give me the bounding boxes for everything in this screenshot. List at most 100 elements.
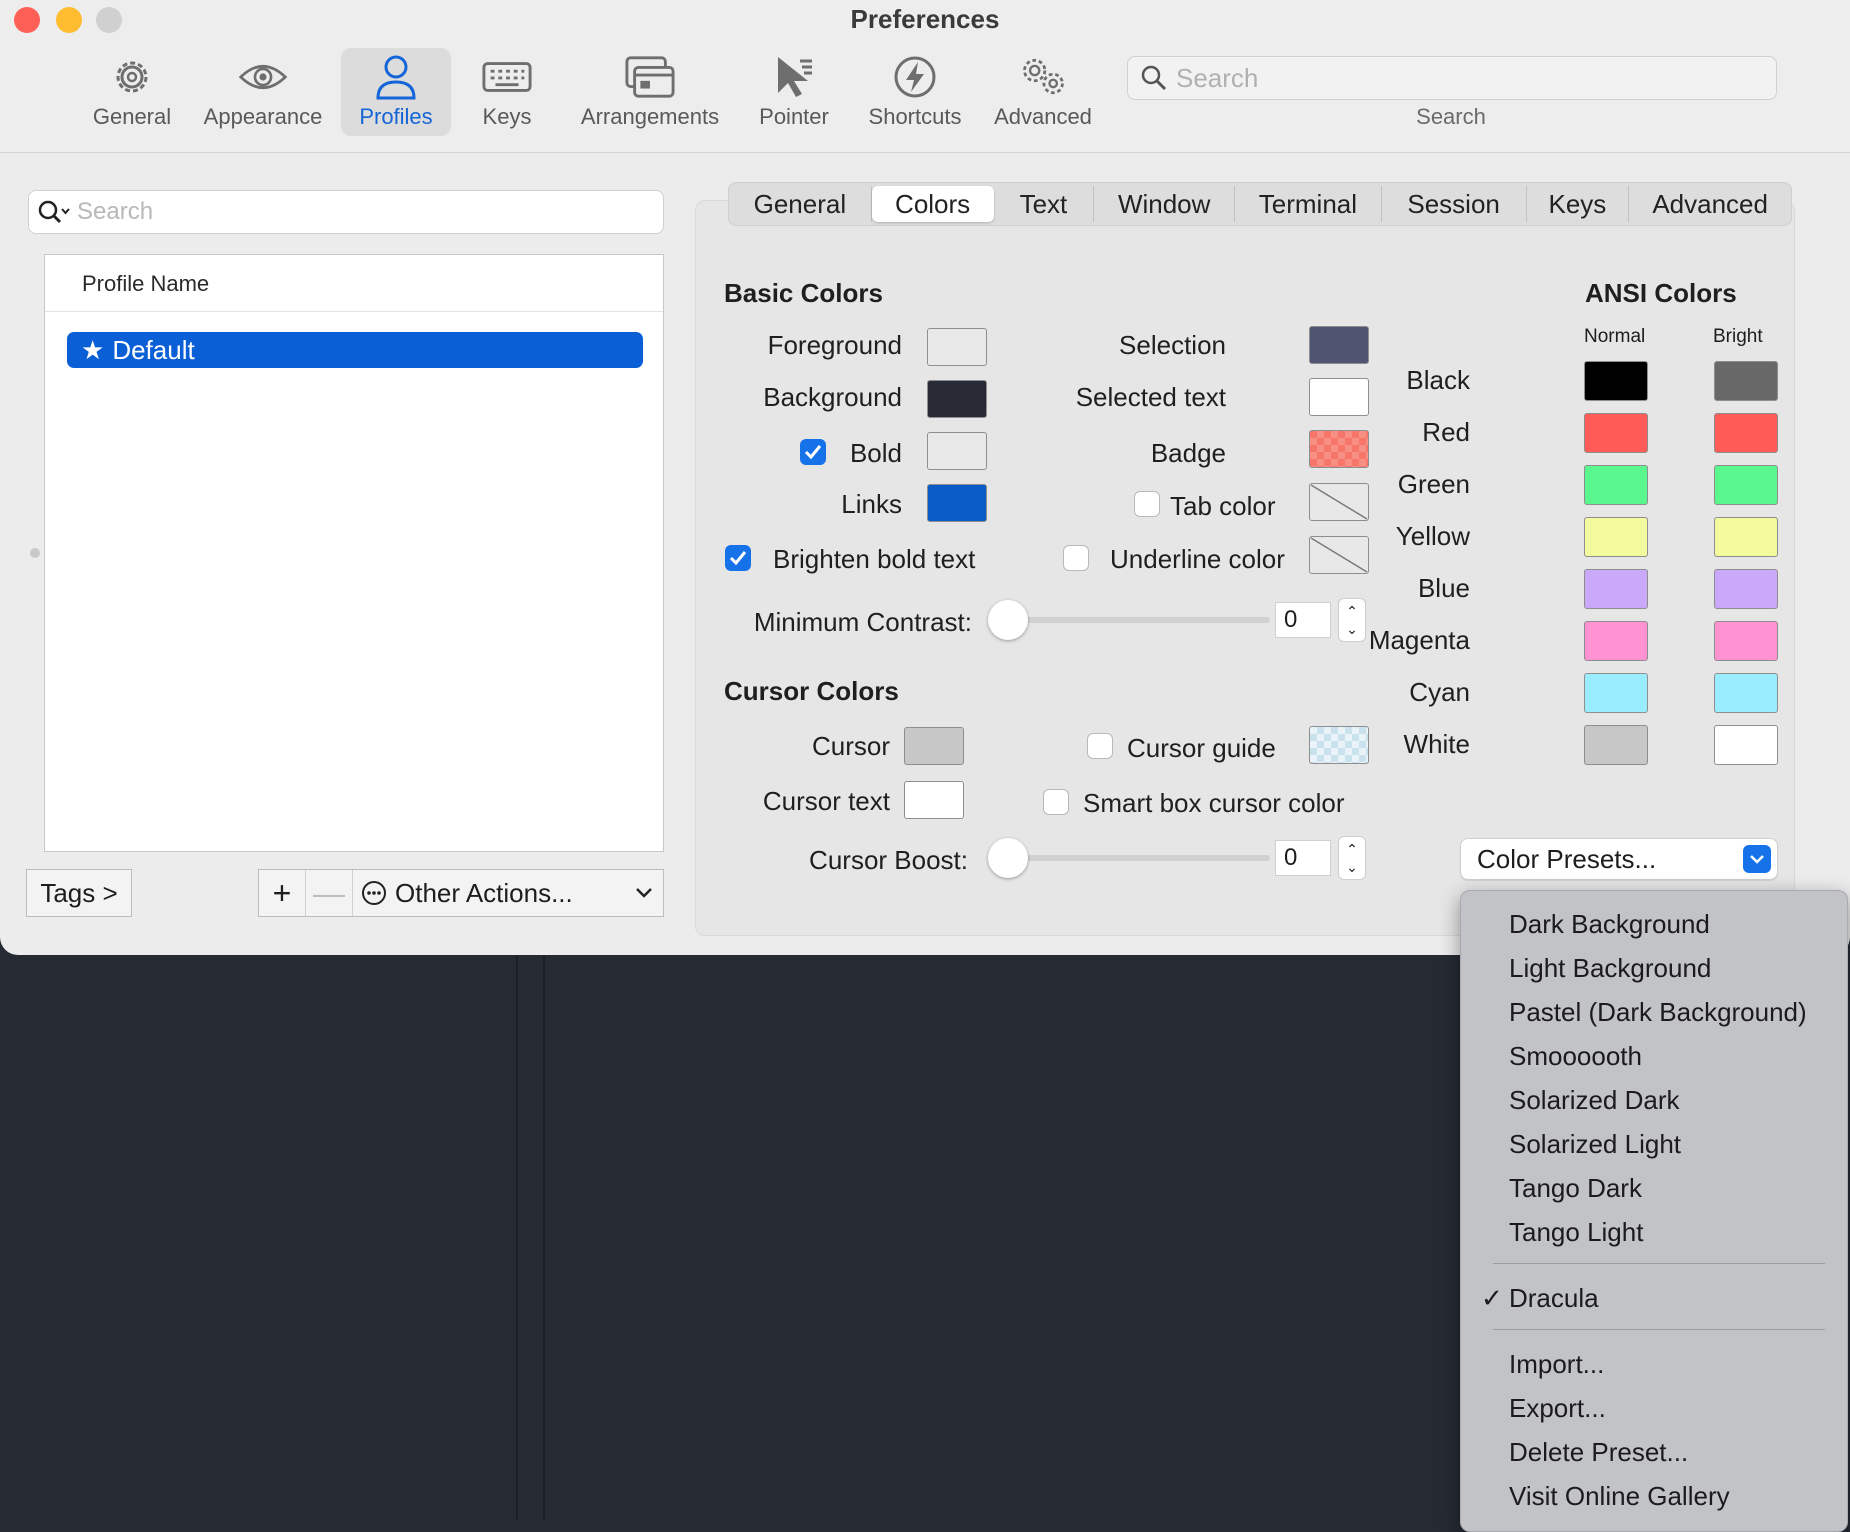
toolbar-general[interactable]: General: [84, 48, 180, 136]
ansi-bright-color-well[interactable]: [1714, 621, 1778, 661]
toolbar-keys[interactable]: Keys: [462, 48, 552, 136]
cursor-boost-stepper[interactable]: ⌃ ⌄: [1338, 836, 1366, 880]
bold-checkbox[interactable]: [800, 439, 826, 465]
tab-terminal[interactable]: Terminal: [1235, 186, 1382, 222]
menu-item-import[interactable]: Import...: [1509, 1349, 1604, 1380]
menu-item-solarized-dark[interactable]: Solarized Dark: [1509, 1085, 1680, 1116]
profile-search-input[interactable]: [75, 197, 619, 227]
tags-button[interactable]: Tags >: [26, 869, 132, 917]
cursor-text-label: Cursor text: [762, 786, 890, 816]
tab-color-checkbox[interactable]: [1134, 491, 1160, 517]
ansi-bright-color-well[interactable]: [1714, 517, 1778, 557]
toolbar-pointer[interactable]: Pointer: [746, 48, 842, 136]
cursor-color-well[interactable]: [904, 727, 964, 765]
minimum-contrast-slider-knob[interactable]: [988, 600, 1028, 640]
ansi-bright-color-well[interactable]: [1714, 413, 1778, 453]
ansi-bright-color-well[interactable]: [1714, 465, 1778, 505]
ansi-normal-color-well[interactable]: [1584, 621, 1648, 661]
keyboard-icon: [482, 52, 532, 102]
tab-keys[interactable]: Keys: [1527, 186, 1630, 222]
menu-item-dracula[interactable]: Dracula: [1509, 1283, 1599, 1314]
checkmark-icon: ✓: [1481, 1283, 1503, 1313]
profile-row-default[interactable]: ★ Default: [67, 332, 643, 368]
terminal-pane-divider: [516, 955, 518, 1520]
stepper-down-icon[interactable]: ⌄: [1346, 858, 1358, 876]
toolbar-advanced[interactable]: Advanced: [986, 48, 1100, 136]
split-handle[interactable]: [30, 548, 40, 558]
stepper-up-icon[interactable]: ⌃: [1346, 840, 1358, 858]
menu-item-solarized-light[interactable]: Solarized Light: [1509, 1129, 1681, 1160]
menu-item-pastel-dark-background[interactable]: Pastel (Dark Background): [1509, 997, 1807, 1028]
ansi-bright-color-well[interactable]: [1714, 361, 1778, 401]
column-header-label: Profile Name: [82, 271, 210, 296]
search-caption: Search: [1416, 104, 1486, 129]
tab-session[interactable]: Session: [1382, 186, 1527, 222]
ansi-bright-color-well[interactable]: [1714, 725, 1778, 765]
links-color-well[interactable]: [927, 484, 987, 522]
smart-box-cursor-label: Smart box cursor color: [1083, 788, 1345, 818]
cursor-colors-title: Cursor Colors: [724, 676, 899, 706]
toolbar-label: Advanced: [994, 104, 1092, 129]
menu-item-light-background[interactable]: Light Background: [1509, 953, 1711, 984]
minimum-contrast-track[interactable]: [1000, 617, 1270, 623]
smart-box-cursor-checkbox[interactable]: [1043, 789, 1069, 815]
ansi-row-label: White: [1403, 729, 1470, 759]
minimum-contrast-label: Minimum Contrast:: [753, 607, 972, 637]
cursor-boost-field[interactable]: 0: [1275, 840, 1331, 876]
toolbar-appearance[interactable]: Appearance: [196, 48, 330, 136]
background-color-well[interactable]: [927, 380, 987, 418]
preferences-search-input[interactable]: [1174, 61, 1738, 95]
toolbar-label: Arrangements: [580, 104, 720, 129]
foreground-color-well[interactable]: [927, 328, 987, 366]
cursor-boost-track[interactable]: [1000, 855, 1270, 861]
cursor-boost-slider-knob[interactable]: [988, 838, 1028, 878]
tab-colors[interactable]: Colors: [871, 186, 994, 222]
menu-item-smoooooth[interactable]: Smoooooth: [1509, 1041, 1642, 1072]
ansi-normal-color-well[interactable]: [1584, 725, 1648, 765]
underline-color-checkbox[interactable]: [1063, 545, 1089, 571]
ansi-normal-color-well[interactable]: [1584, 413, 1648, 453]
ansi-bright-color-well[interactable]: [1714, 569, 1778, 609]
bold-color-well[interactable]: [927, 432, 987, 470]
brighten-bold-checkbox[interactable]: [725, 545, 751, 571]
tab-general[interactable]: General: [729, 186, 872, 222]
toolbar-shortcuts[interactable]: Shortcuts: [858, 48, 972, 136]
toolbar-label: Keys: [482, 104, 532, 129]
profile-subtabs: General Colors Text Window Terminal Sess…: [728, 182, 1792, 226]
profile-name: Default: [112, 334, 195, 365]
ansi-normal-color-well[interactable]: [1584, 517, 1648, 557]
color-presets-popup-button[interactable]: Color Presets...: [1460, 838, 1778, 880]
tab-text[interactable]: Text: [994, 186, 1095, 222]
profile-name-column-header[interactable]: Profile Name: [45, 255, 663, 312]
ansi-normal-color-well[interactable]: [1584, 569, 1648, 609]
preferences-search-field[interactable]: [1127, 56, 1777, 100]
menu-item-tango-light[interactable]: Tango Light: [1509, 1217, 1643, 1248]
other-actions-button[interactable]: Other Actions...: [353, 870, 663, 916]
tab-window[interactable]: Window: [1094, 186, 1236, 222]
ansi-row-label: Magenta: [1368, 625, 1470, 655]
selection-color-well[interactable]: [1309, 326, 1369, 364]
selection-label: Selection: [1119, 330, 1226, 360]
cursor-guide-checkbox[interactable]: [1087, 733, 1113, 759]
menu-item-visit-online-gallery[interactable]: Visit Online Gallery: [1509, 1481, 1730, 1512]
menu-item-dark-background[interactable]: Dark Background: [1509, 909, 1710, 940]
menu-item-tango-dark[interactable]: Tango Dark: [1509, 1173, 1642, 1204]
profile-search-field[interactable]: [28, 190, 664, 234]
cursor-guide-label: Cursor guide: [1127, 733, 1276, 763]
menu-item-export[interactable]: Export...: [1509, 1393, 1606, 1424]
toolbar-label: Profiles: [359, 104, 433, 129]
tab-advanced[interactable]: Advanced: [1629, 186, 1791, 222]
toolbar-profiles[interactable]: Profiles: [341, 48, 451, 136]
add-profile-button[interactable]: +: [259, 870, 306, 916]
bold-label: Bold: [849, 438, 902, 468]
cursor-text-color-well[interactable]: [904, 781, 964, 819]
ansi-normal-color-well[interactable]: [1584, 361, 1648, 401]
ansi-normal-color-well[interactable]: [1584, 673, 1648, 713]
stepper-up-icon[interactable]: ⌃: [1346, 602, 1358, 620]
menu-item-delete-preset[interactable]: Delete Preset...: [1509, 1437, 1688, 1468]
ansi-bright-color-well[interactable]: [1714, 673, 1778, 713]
ansi-row-label: Blue: [1417, 573, 1470, 603]
ansi-normal-color-well[interactable]: [1584, 465, 1648, 505]
remove-profile-button[interactable]: —: [306, 870, 353, 916]
toolbar-arrangements[interactable]: Arrangements: [572, 48, 728, 136]
